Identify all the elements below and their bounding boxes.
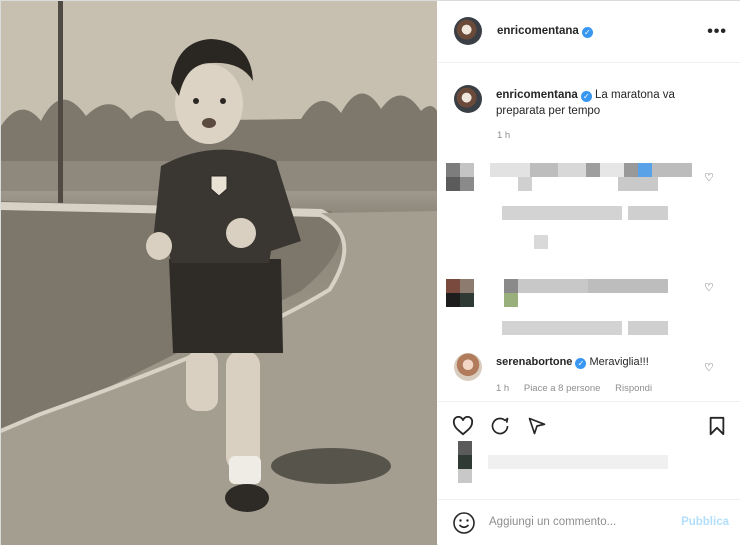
- caption-username[interactable]: enricomentana: [496, 89, 578, 101]
- running-boy-photo: [1, 1, 437, 545]
- like-comment-heart-icon[interactable]: ♡: [704, 171, 714, 184]
- post-photo[interactable]: [1, 1, 437, 545]
- caption-text: enricomentana ✓ La maratona va preparata …: [496, 87, 726, 119]
- comment-text: Meraviglia!!!: [589, 356, 649, 368]
- instagram-post: enricomentana ✓ ••• enricomentana ✓ La mar…: [0, 0, 740, 545]
- comment-time[interactable]: 1 h: [496, 383, 509, 394]
- like-comment-heart-icon[interactable]: ♡: [704, 281, 714, 294]
- author-avatar[interactable]: [454, 17, 482, 45]
- comment-bubble-icon[interactable]: [489, 416, 511, 436]
- like-heart-icon[interactable]: [452, 416, 474, 436]
- post-side-panel: enricomentana ✓ ••• enricomentana ✓ La mar…: [438, 1, 740, 545]
- author-username[interactable]: enricomentana ✓: [497, 25, 593, 38]
- comment-likes[interactable]: Piace a 8 persone: [524, 383, 601, 394]
- caption-time[interactable]: 1 h: [497, 130, 510, 141]
- comment-input[interactable]: Aggiungi un commento...: [489, 516, 616, 528]
- verified-badge-icon: ✓: [575, 358, 587, 369]
- commenter-avatar[interactable]: [454, 353, 482, 381]
- emoji-icon[interactable]: [452, 511, 476, 535]
- comment-line: serenabortone ✓ Meraviglia!!!: [496, 355, 649, 370]
- reply-button[interactable]: Rispondi: [615, 383, 652, 394]
- share-paper-plane-icon[interactable]: [526, 416, 548, 436]
- verified-badge-icon: ✓: [581, 27, 593, 38]
- commenter-username[interactable]: serenabortone: [496, 356, 572, 368]
- more-options-icon[interactable]: •••: [707, 23, 727, 41]
- publish-button[interactable]: Pubblica: [681, 516, 729, 528]
- action-bar: [438, 401, 740, 449]
- post-header: enricomentana ✓ •••: [438, 1, 740, 63]
- author-username-text[interactable]: enricomentana: [497, 25, 579, 37]
- comment-meta: 1 h Piace a 8 persone Rispondi: [496, 383, 664, 394]
- caption-avatar[interactable]: [454, 85, 482, 113]
- save-bookmark-icon[interactable]: [708, 416, 726, 436]
- verified-badge-icon: ✓: [580, 91, 592, 102]
- add-comment-bar: Aggiungi un commento... Pubblica: [438, 499, 740, 545]
- like-comment-heart-icon[interactable]: ♡: [704, 361, 714, 374]
